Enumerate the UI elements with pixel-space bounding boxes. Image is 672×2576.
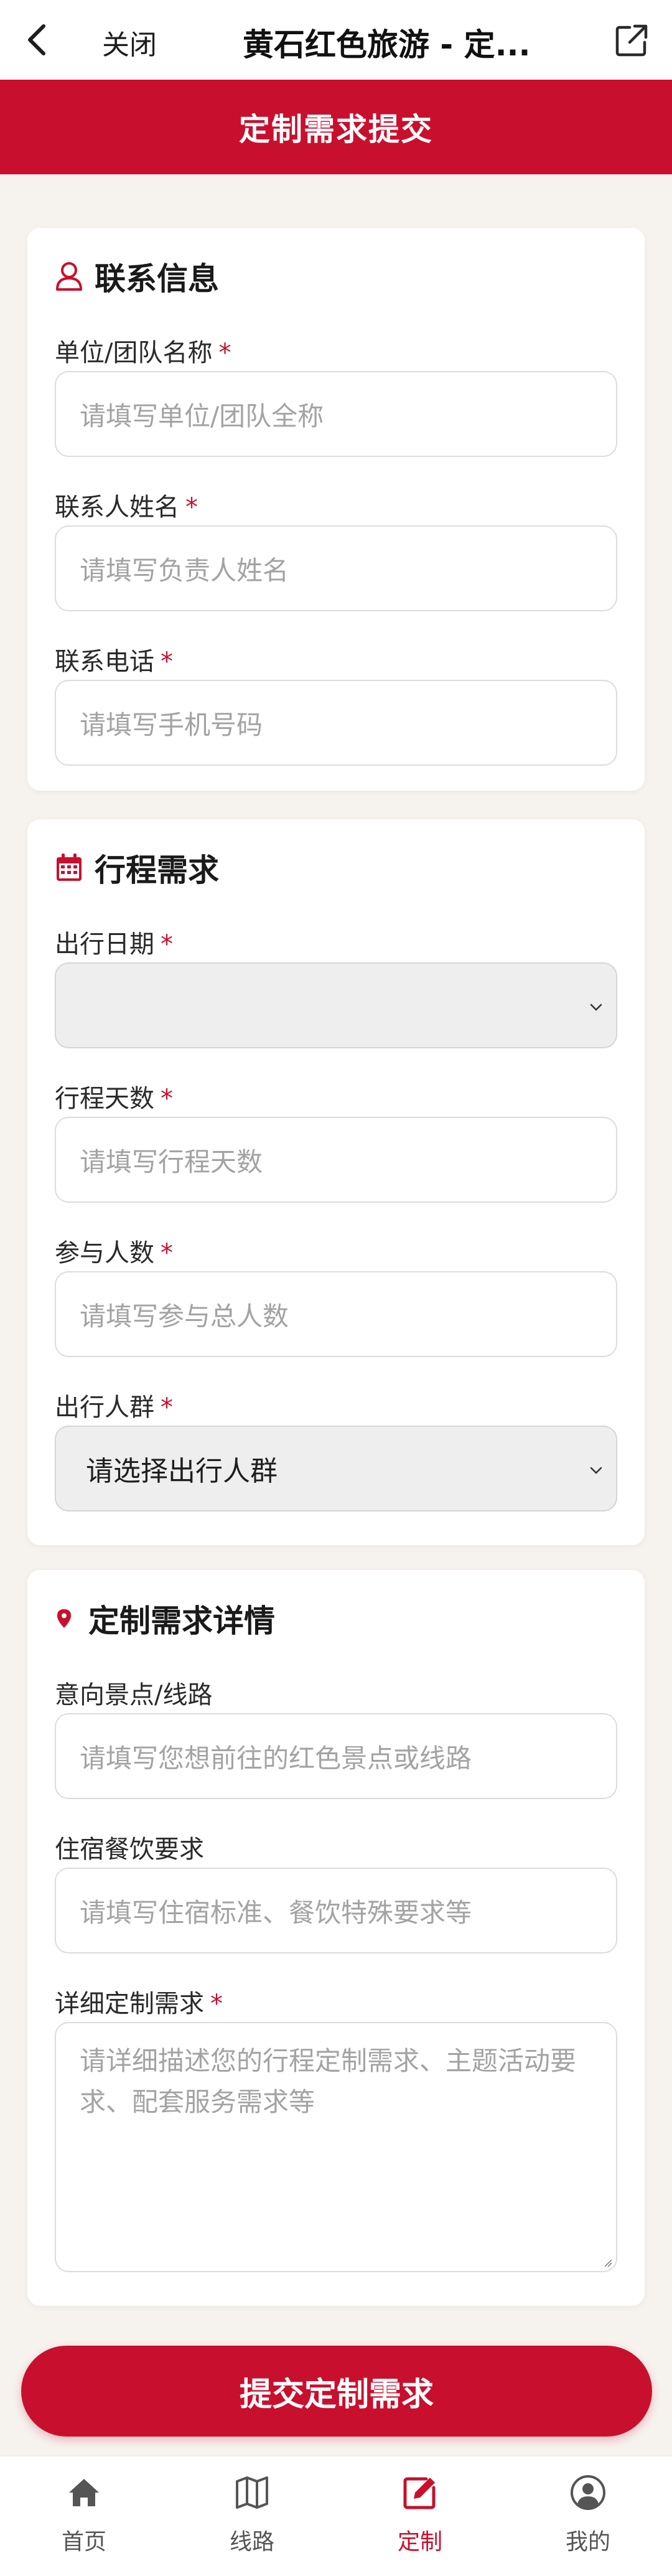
tab-label: 线路	[229, 2529, 274, 2555]
detail-textarea[interactable]: 请详细描述您的行程定制需求、主题活动要求、配套服务需求等	[55, 2022, 617, 2272]
trip-days-placeholder: 请填写行程天数	[80, 1146, 263, 1177]
submit-button[interactable]: 提交定制需求	[21, 2346, 652, 2437]
calendar-icon	[57, 853, 82, 881]
tab-profile[interactable]: 我的	[504, 2456, 672, 2576]
contact-name-label: 联系人姓名 *	[55, 493, 198, 522]
phone-label: 联系电话 *	[55, 647, 173, 676]
home-icon	[69, 2479, 99, 2506]
profile-icon	[571, 2475, 605, 2510]
chevron-down-icon	[590, 1467, 602, 1474]
header-title: 定制需求提交	[239, 111, 433, 148]
participants-input[interactable]: 请填写参与总人数	[55, 1271, 617, 1357]
location-pin-icon	[57, 1609, 72, 1628]
participants-placeholder: 请填写参与总人数	[80, 1300, 289, 1332]
trip-days-input[interactable]: 请填写行程天数	[55, 1117, 617, 1203]
resize-grip-icon[interactable]	[602, 2257, 612, 2267]
trip-requirements-card: 行程需求 出行日期 * 行程天数 * 请填写行程天数 参与人数 * 请填写参与总人数 …	[27, 819, 645, 1545]
detail-placeholder: 请详细描述您的行程定制需求、主题活动要求、配套服务需求等	[80, 2046, 577, 2117]
traveler-group-select[interactable]: 请选择出行人群	[55, 1426, 617, 1511]
spots-label: 意向景点/线路	[55, 1681, 213, 1709]
contact-name-input[interactable]: 请填写负责人姓名	[55, 525, 617, 611]
org-name-placeholder: 请填写单位/团队全称	[80, 400, 324, 431]
card-title: 联系信息	[95, 261, 219, 297]
tab-label: 我的	[565, 2529, 610, 2555]
back-arrow-icon[interactable]	[21, 21, 56, 59]
phone-placeholder: 请填写手机号码	[80, 709, 263, 740]
traveler-group-label: 出行人群 *	[55, 1393, 173, 1422]
bottom-tab-bar: 首页 线路 定制 我的	[0, 2455, 672, 2576]
participants-label: 参与人数 *	[55, 1239, 173, 1267]
travel-date-select[interactable]	[55, 962, 617, 1048]
phone-input[interactable]: 请填写手机号码	[55, 680, 617, 766]
tab-label: 首页	[61, 2529, 106, 2555]
section-header: 定制需求提交	[0, 80, 672, 174]
contact-name-placeholder: 请填写负责人姓名	[80, 555, 289, 586]
wechat-top-bar: 关闭 黄石红色旅游 - 定...	[0, 0, 672, 80]
share-icon[interactable]	[614, 21, 651, 59]
org-name-input[interactable]: 请填写单位/团队全称	[55, 371, 617, 457]
edit-icon	[403, 2477, 436, 2509]
traveler-group-value: 请选择出行人群	[86, 1455, 278, 1487]
spots-placeholder: 请填写您想前往的红色景点或线路	[80, 1742, 472, 1774]
card-title: 行程需求	[95, 852, 219, 888]
tab-label: 定制	[397, 2529, 442, 2555]
org-name-label: 单位/团队名称 *	[55, 339, 231, 367]
tab-custom[interactable]: 定制	[336, 2456, 504, 2576]
tab-routes[interactable]: 线路	[168, 2456, 336, 2576]
custom-details-card: 定制需求详情 意向景点/线路 请填写您想前往的红色景点或线路 住宿餐饮要求 请填…	[27, 1570, 645, 2306]
card-heading: 行程需求	[55, 845, 219, 890]
tab-home[interactable]: 首页	[0, 2456, 168, 2576]
chevron-down-icon	[590, 1004, 602, 1011]
lodging-input[interactable]: 请填写住宿标准、餐饮特殊要求等	[55, 1868, 617, 1953]
contact-info-card: 联系信息 单位/团队名称 * 请填写单位/团队全称 联系人姓名 * 请填写负责人姓名…	[27, 228, 645, 791]
lodging-label: 住宿餐饮要求	[55, 1835, 204, 1864]
detail-label: 详细定制需求 *	[55, 1990, 223, 2018]
travel-date-label: 出行日期 *	[55, 930, 173, 959]
close-button[interactable]: 关闭	[102, 22, 157, 62]
card-heading: 联系信息	[55, 254, 219, 299]
spots-input[interactable]: 请填写您想前往的红色景点或线路	[55, 1713, 617, 1799]
user-icon	[56, 262, 82, 291]
lodging-placeholder: 请填写住宿标准、餐饮特殊要求等	[80, 1897, 472, 1928]
page-title: 黄石红色旅游 - 定...	[243, 27, 531, 63]
card-title: 定制需求详情	[88, 1603, 275, 1639]
trip-days-label: 行程天数 *	[55, 1084, 173, 1113]
map-icon	[236, 2476, 268, 2509]
card-heading: 定制需求详情	[55, 1596, 275, 1641]
